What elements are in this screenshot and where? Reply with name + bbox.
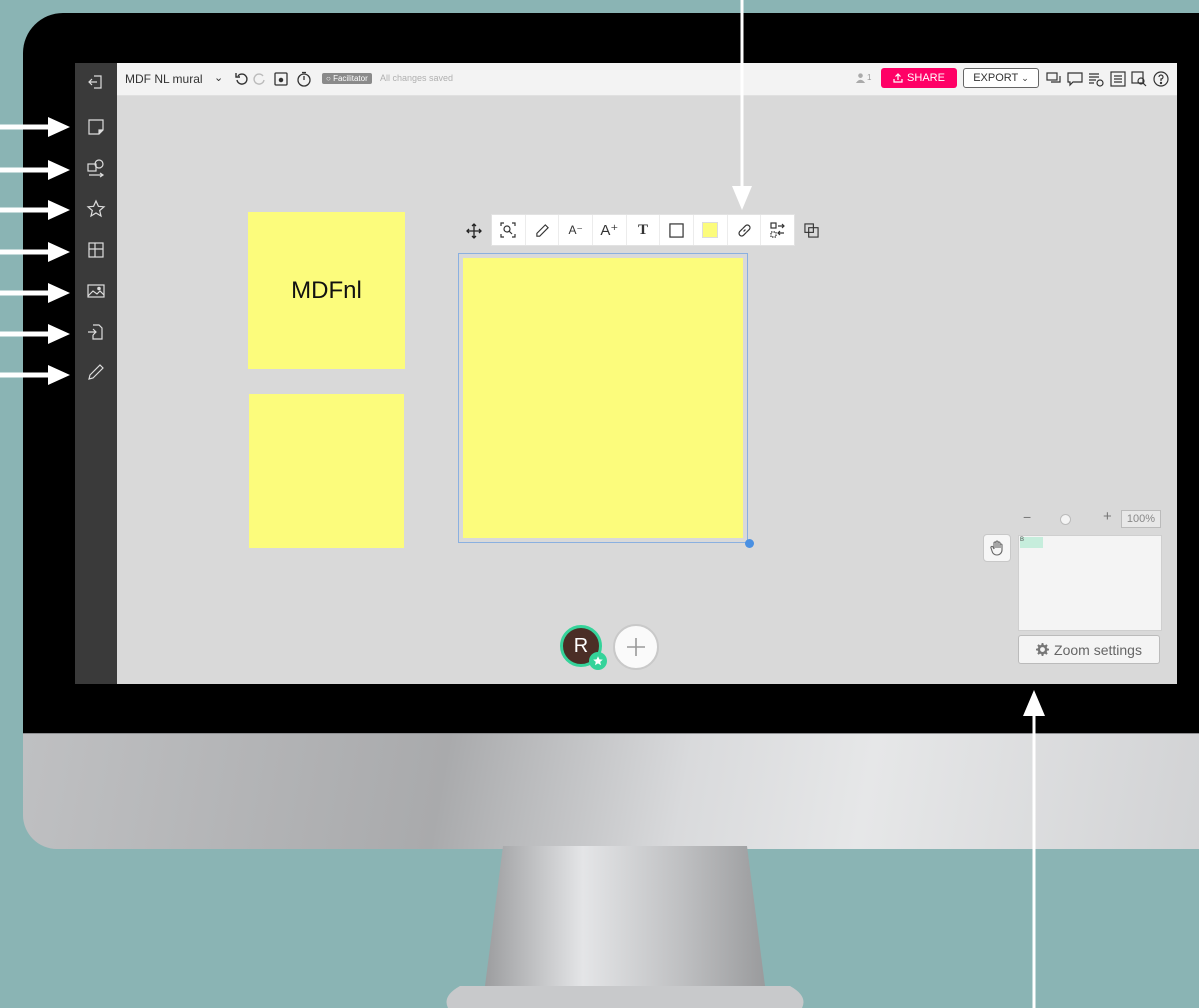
facilitator-badge[interactable]: ○ Facilitator [322, 73, 372, 84]
sticky-note-text: MDFnl [291, 276, 362, 304]
file-import-icon[interactable] [83, 319, 109, 345]
monitor-stand [446, 846, 804, 1008]
zoom-settings-label: Zoom settings [1054, 641, 1142, 658]
search-icon[interactable] [1130, 70, 1148, 88]
mural-app-screen: MDF NL mural ⌄ ○ Facilitator All changes… [75, 63, 1177, 684]
left-toolbar [75, 63, 117, 684]
hand-pan-icon[interactable] [983, 534, 1011, 562]
zoom-to-fit-icon[interactable] [492, 215, 526, 245]
invite-collaborator-button[interactable] [613, 624, 659, 670]
export-button[interactable]: EXPORT ⌄ [963, 68, 1039, 88]
chevron-down-icon[interactable]: ⌄ [214, 71, 223, 84]
swap-icon[interactable] [761, 215, 794, 245]
comments-icon[interactable] [1066, 70, 1084, 88]
gear-icon [1036, 643, 1050, 656]
color-swatch-icon[interactable] [694, 215, 728, 245]
frameworks-grid-icon[interactable] [83, 237, 109, 263]
zoom-settings-button[interactable]: Zoom settings [1018, 635, 1160, 664]
convert-area-icon[interactable] [801, 220, 821, 240]
activity-icon[interactable] [1087, 70, 1105, 88]
user-icon [855, 73, 866, 83]
outline-mode-icon[interactable] [272, 70, 290, 88]
sticky-note[interactable]: MDFnl [248, 212, 405, 369]
zoom-slider[interactable] [1060, 514, 1071, 525]
annotation-arrows-left [0, 117, 70, 385]
mural-title[interactable]: MDF NL mural [125, 72, 203, 86]
share-button[interactable]: SHARE [881, 68, 957, 88]
context-toolbar: A⁻ A⁺ T [491, 214, 795, 246]
redo-icon[interactable] [250, 70, 268, 88]
zoom-out-button[interactable]: − [1023, 509, 1031, 525]
export-label: EXPORT [973, 72, 1019, 84]
chevron-down-icon: ⌄ [1021, 72, 1029, 83]
icons-star-icon[interactable] [83, 196, 109, 222]
minimap[interactable]: B [1018, 535, 1162, 631]
save-status: All changes saved [380, 73, 454, 83]
decrease-font-icon[interactable]: A⁻ [559, 215, 594, 245]
increase-font-icon[interactable]: A⁺ [593, 215, 627, 245]
plus-icon [627, 638, 645, 656]
timer-icon[interactable] [295, 70, 313, 88]
outline-list-icon[interactable] [1109, 70, 1127, 88]
sticky-note-body[interactable] [463, 258, 743, 538]
link-icon[interactable] [728, 215, 762, 245]
move-icon[interactable] [463, 220, 485, 242]
exit-mural-icon[interactable] [83, 69, 109, 95]
online-users[interactable]: 1 [855, 72, 871, 83]
top-bar: MDF NL mural ⌄ ○ Facilitator All changes… [117, 63, 1177, 96]
zoom-level[interactable]: 100% [1121, 510, 1161, 528]
undo-icon[interactable] [233, 70, 251, 88]
resize-handle[interactable] [745, 539, 754, 548]
shapes-connectors-icon[interactable] [83, 155, 109, 181]
zoom-in-button[interactable]: + [1103, 508, 1112, 525]
annotation-arrow-top [732, 0, 752, 210]
minimap-viewport[interactable]: B [1020, 537, 1043, 548]
help-icon[interactable] [1152, 70, 1170, 88]
star-icon [589, 652, 607, 670]
selected-sticky-note[interactable] [458, 253, 748, 543]
chat-icon[interactable] [1045, 70, 1063, 88]
border-icon[interactable] [660, 215, 695, 245]
share-label: SHARE [907, 72, 945, 84]
upload-icon [893, 73, 903, 83]
text-format-icon[interactable]: T [627, 215, 661, 245]
pencil-draw-icon[interactable] [83, 359, 109, 385]
user-count-value: 1 [867, 73, 872, 82]
image-icon[interactable] [83, 278, 109, 304]
sticky-note-icon[interactable] [83, 114, 109, 140]
sticky-note[interactable] [249, 394, 404, 548]
annotation-arrow-bottom [1023, 690, 1045, 1008]
draw-pencil-icon[interactable] [526, 215, 560, 245]
